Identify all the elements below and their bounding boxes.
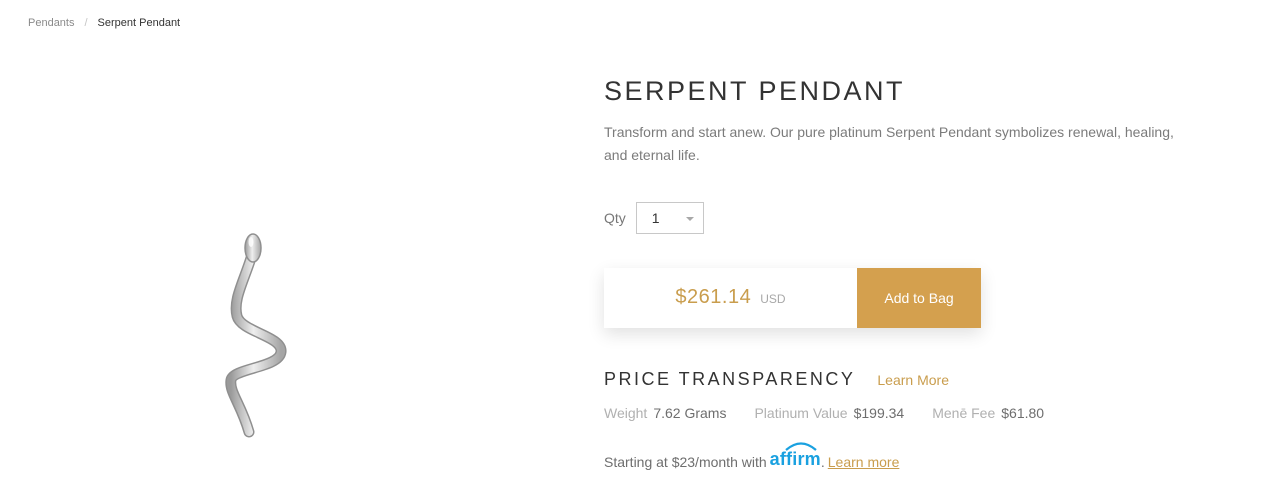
breadcrumb-link-pendants[interactable]: Pendants	[28, 17, 74, 29]
serpent-pendant-image	[225, 233, 287, 438]
price-transparency-header: PRICE TRANSPARENCY Learn More	[604, 369, 949, 390]
product-info: SERPENT PENDANT Transform and start anew…	[604, 76, 1194, 181]
price-breakdown: Weight 7.62 Grams Platinum Value $199.34…	[604, 405, 1072, 421]
stat-platinum-value: Platinum Value $199.34	[754, 405, 904, 421]
quantity-value: 1	[651, 210, 660, 226]
price-transparency-title: PRICE TRANSPARENCY	[604, 369, 856, 389]
affirm-logo: affirm	[769, 442, 821, 470]
price: $261.14	[675, 286, 752, 308]
page-title: SERPENT PENDANT	[604, 76, 906, 106]
stat-mene-fee: Menē Fee $61.80	[932, 405, 1044, 421]
stat-weight: Weight 7.62 Grams	[604, 405, 726, 421]
breadcrumb-separator: /	[84, 17, 88, 29]
purchase-box: $261.14 USD Add to Bag	[604, 268, 981, 328]
price-transparency-learn-more-link[interactable]: Learn More	[877, 372, 949, 388]
breadcrumb-current: Serpent Pendant	[97, 17, 181, 29]
product-description: Transform and start anew. Our pure plati…	[604, 124, 1174, 163]
chevron-down-icon	[685, 217, 694, 221]
breadcrumb: Pendants / Serpent Pendant	[28, 17, 180, 29]
price-area: $261.14 USD	[604, 268, 857, 328]
quantity-row: Qty 1	[604, 202, 704, 234]
affirm-learn-more-link[interactable]: Learn more	[828, 454, 900, 470]
add-to-bag-button[interactable]: Add to Bag	[857, 268, 981, 328]
stat-value: $199.34	[853, 405, 905, 421]
stat-value: 7.62 Grams	[653, 405, 727, 421]
affirm-arc-icon	[784, 442, 817, 451]
stat-value: $61.80	[1001, 405, 1045, 421]
quantity-select[interactable]: 1	[635, 202, 704, 234]
affirm-financing: Starting at $23/month with affirm . Lear…	[604, 442, 900, 470]
currency-label: USD	[760, 292, 786, 306]
qty-label: Qty	[604, 210, 626, 226]
stat-label: Menē Fee	[932, 405, 996, 421]
affirm-period: .	[820, 454, 825, 470]
stat-label: Platinum Value	[754, 405, 848, 421]
affirm-prefix: Starting at $23/month with	[604, 454, 767, 470]
affirm-logo-text: affirm	[769, 449, 821, 469]
stat-label: Weight	[604, 405, 648, 421]
